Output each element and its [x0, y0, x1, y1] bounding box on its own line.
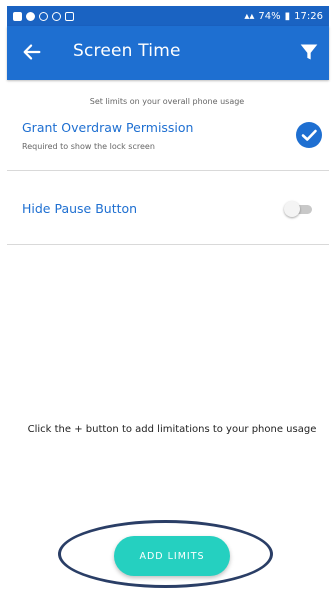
whatsapp-icon [52, 11, 61, 21]
check-circle-icon[interactable] [295, 121, 323, 149]
settings-hint: Set limits on your overall phone usage [89, 97, 245, 106]
overdraw-permission-subtitle: Required to show the lock screen [22, 142, 155, 151]
divider [7, 244, 329, 245]
signal-icon: ▴▴ [244, 10, 255, 22]
page-title: Screen Time [73, 41, 181, 61]
notification-icons [13, 11, 74, 21]
image-icon [65, 11, 74, 21]
chat-icon [26, 11, 35, 21]
hide-pause-button-title: Hide Pause Button [22, 201, 138, 216]
toggle-knob [284, 201, 300, 217]
filter-icon[interactable] [299, 42, 319, 62]
overdraw-permission-title[interactable]: Grant Overdraw Permission [22, 120, 193, 135]
divider [7, 170, 329, 171]
status-bar: ▴▴ 74% ▮ 17:26 [7, 6, 329, 26]
battery-icon: ▮ [284, 10, 291, 22]
lock-icon [13, 11, 22, 21]
empty-state-message: Click the + button to add limitations to… [27, 424, 317, 435]
arrow-left-icon[interactable] [21, 41, 43, 63]
screen-time-screen: ▴▴ 74% ▮ 17:26 Screen Time Set limits on… [0, 0, 334, 589]
status-time: 17:26 [294, 10, 323, 22]
hide-pause-toggle[interactable] [284, 201, 314, 217]
add-limits-button[interactable]: ADD LIMITS [114, 536, 230, 576]
sync-icon [39, 11, 48, 21]
system-icons: ▴▴ 74% ▮ 17:26 [244, 11, 323, 22]
battery-percent: 74% [258, 10, 281, 22]
app-toolbar: Screen Time [7, 26, 329, 80]
